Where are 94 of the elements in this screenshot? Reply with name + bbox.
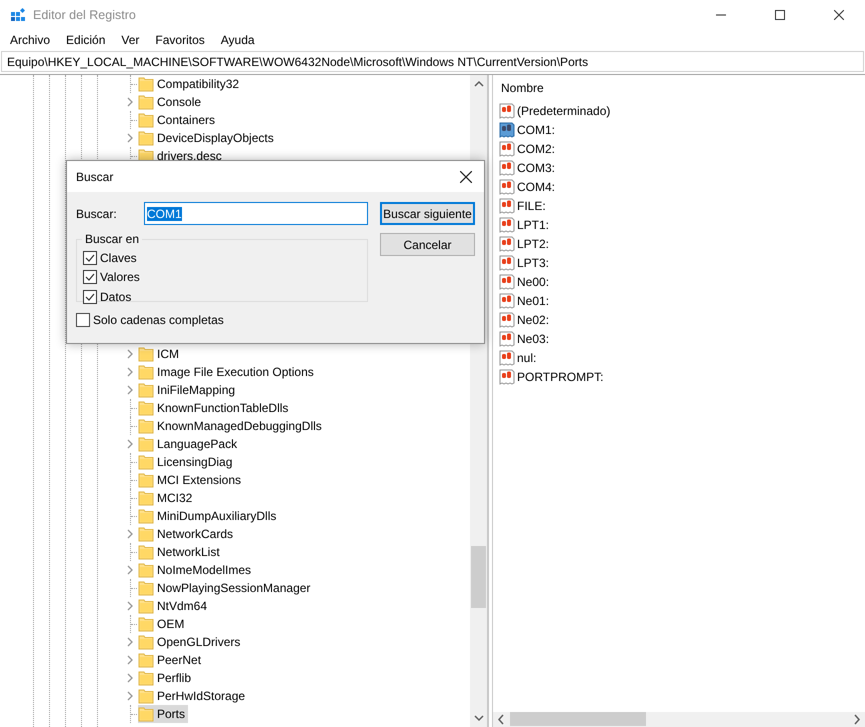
close-icon[interactable] — [834, 10, 844, 20]
checkbox-label[interactable]: Claves — [100, 250, 137, 265]
checkbox-label[interactable]: Valores — [100, 270, 140, 284]
value-name[interactable]: COM2: — [517, 142, 556, 156]
tree-item[interactable]: PeerNet — [138, 651, 204, 669]
tree-item[interactable]: LicensingDiag — [138, 453, 236, 471]
folder-icon — [138, 652, 154, 668]
tree-item[interactable]: Image File Execution Options — [138, 363, 317, 381]
folder-icon — [138, 580, 154, 596]
checkbox[interactable] — [83, 250, 97, 265]
menu-item[interactable]: Ver — [113, 33, 148, 47]
folder-icon — [138, 706, 154, 722]
folder-icon — [138, 112, 154, 128]
maximize-icon[interactable] — [775, 10, 785, 20]
tree-item[interactable]: Perflib — [138, 669, 194, 687]
value-name[interactable]: LPT1: — [517, 218, 550, 232]
search-field[interactable]: COM1 — [144, 202, 368, 225]
tree-item[interactable]: NowPlayingSessionManager — [138, 579, 314, 597]
menu-item[interactable]: Edición — [58, 33, 114, 47]
address-bar[interactable]: Equipo\HKEY_LOCAL_MACHINE\SOFTWARE\WOW6432Node\Microsoft\Windows NT\CurrentVersion\Ports — [1, 51, 864, 72]
checkbox[interactable] — [83, 270, 97, 284]
folder-icon — [138, 490, 154, 506]
column-header[interactable]: Nombre — [493, 75, 865, 101]
tree-item[interactable]: KnownManagedDebuggingDlls — [138, 417, 325, 435]
close-icon[interactable] — [460, 170, 472, 182]
checkbox[interactable] — [76, 312, 90, 327]
menu-item[interactable]: Favoritos — [147, 33, 213, 47]
folder-icon — [138, 436, 154, 452]
checkbox-label[interactable]: Solo cadenas completas — [93, 312, 224, 327]
tree-item[interactable]: OEM — [138, 615, 188, 633]
folder-icon — [138, 130, 154, 146]
folder-icon — [138, 508, 154, 524]
value-name[interactable]: PORTPROMPT: — [517, 370, 604, 384]
tree-item[interactable]: NetworkCards — [138, 525, 236, 543]
tree-item[interactable]: Containers — [138, 111, 218, 129]
folder-icon — [138, 76, 154, 92]
folder-icon — [138, 454, 154, 470]
checkbox[interactable] — [83, 290, 97, 304]
tree-item[interactable]: DeviceDisplayObjects — [138, 129, 277, 147]
folder-icon — [138, 634, 154, 650]
value-name[interactable]: Ne01: — [517, 294, 550, 308]
value-name[interactable]: FILE: — [517, 198, 546, 212]
value-name[interactable]: COM3: — [517, 160, 556, 174]
folder-icon — [138, 562, 154, 578]
folder-icon — [138, 616, 154, 632]
tree-item[interactable]: Compatibility32 — [138, 75, 242, 93]
checkbox-label[interactable]: Datos — [100, 290, 132, 304]
menu-item[interactable]: Ayuda — [212, 33, 263, 47]
tree-item[interactable]: KnownFunctionTableDlls — [138, 399, 292, 417]
cancel-button[interactable]: Cancelar — [380, 233, 475, 256]
tree-item[interactable]: IniFileMapping — [138, 381, 238, 399]
tree-item[interactable]: MiniDumpAuxiliaryDlls — [138, 507, 280, 525]
scroll-thumb[interactable] — [471, 546, 486, 608]
field-label: Buscar: — [76, 206, 118, 220]
folder-icon — [138, 364, 154, 380]
find-next-button[interactable]: Buscar siguiente — [380, 202, 475, 225]
tree-item[interactable]: MCI Extensions — [138, 471, 244, 489]
tree-item[interactable]: NetworkList — [138, 543, 223, 561]
value-name[interactable]: COM1: — [517, 122, 556, 136]
window-title: Editor del Registro — [33, 8, 137, 22]
scroll-thumb[interactable] — [510, 712, 646, 726]
folder-icon — [138, 526, 154, 542]
folder-icon — [138, 598, 154, 614]
value-name[interactable]: Ne03: — [517, 332, 550, 346]
horizontal-scrollbar[interactable] — [493, 712, 865, 727]
value-name[interactable]: LPT2: — [517, 236, 550, 250]
registry-app-icon — [10, 7, 26, 23]
menu-item[interactable]: Archivo — [2, 33, 58, 47]
tree-item[interactable]: ICM — [138, 345, 182, 363]
tree-item[interactable]: NtVdm64 — [138, 597, 210, 615]
value-name[interactable]: nul: — [517, 350, 536, 364]
tree-item[interactable]: PerHwIdStorage — [138, 687, 248, 705]
folder-icon — [138, 346, 154, 362]
value-name[interactable]: Ne02: — [517, 312, 550, 326]
tree-item[interactable]: LanguagePack — [138, 435, 240, 453]
tree-item[interactable]: MCI32 — [138, 489, 196, 507]
folder-icon — [138, 382, 154, 398]
folder-icon — [138, 94, 154, 110]
value-name[interactable]: (Predeterminado) — [517, 104, 610, 118]
value-name[interactable]: Ne00: — [517, 274, 550, 288]
folder-icon — [138, 400, 154, 416]
group-label: Buscar en — [84, 232, 140, 246]
folder-icon — [138, 688, 154, 704]
tree-item[interactable]: OpenGLDrivers — [138, 633, 244, 651]
tree-item[interactable]: Ports — [138, 705, 188, 723]
dialog-title: Buscar — [76, 170, 114, 184]
tree-item[interactable]: NoImeModelImes — [138, 561, 254, 579]
folder-icon — [138, 472, 154, 488]
folder-icon — [138, 670, 154, 686]
folder-icon — [138, 544, 154, 560]
value-name[interactable]: COM4: — [517, 180, 556, 194]
folder-icon — [138, 418, 154, 434]
value-name[interactable]: LPT3: — [517, 256, 550, 270]
tree-item[interactable]: Console — [138, 93, 204, 111]
